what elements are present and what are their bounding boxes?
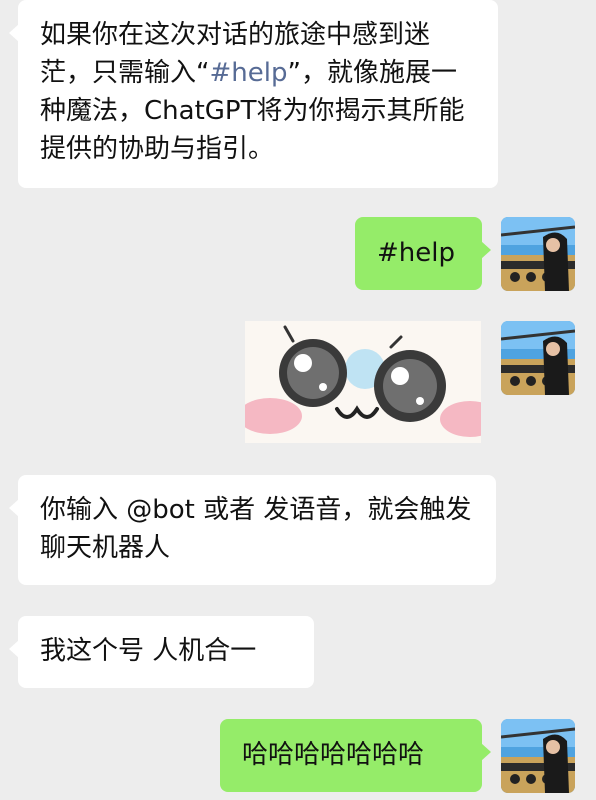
avatar[interactable] bbox=[501, 217, 575, 291]
message-bubble-bot-trigger[interactable]: 你输入 @bot 或者 发语音，就会触发聊天机器人 bbox=[9, 475, 496, 585]
user-avatar-icon bbox=[501, 217, 575, 291]
message-bubble-help[interactable]: #help bbox=[355, 217, 491, 290]
user-avatar-icon bbox=[501, 321, 575, 395]
message-text: 我这个号 人机合一 bbox=[40, 636, 257, 666]
message-text: #help bbox=[377, 238, 455, 268]
message-text: 哈哈哈哈哈哈哈 bbox=[242, 740, 425, 770]
help-command-link[interactable]: #help bbox=[209, 58, 287, 88]
message-bubble-human-machine[interactable]: 我这个号 人机合一 bbox=[9, 616, 314, 688]
cat-face-icon bbox=[245, 321, 481, 443]
message-text: 你输入 @bot 或者 发语音，就会触发聊天机器人 bbox=[40, 495, 472, 563]
message-bubble-help-intro[interactable]: 如果你在这次对话的旅途中感到迷茫，只需输入“#help”，就像施展一种魔法，Ch… bbox=[9, 0, 498, 188]
cute-cat-face-sticker[interactable] bbox=[245, 321, 481, 443]
avatar[interactable] bbox=[501, 321, 575, 395]
message-bubble-laugh[interactable]: 哈哈哈哈哈哈哈 bbox=[220, 719, 491, 792]
user-avatar-icon bbox=[501, 719, 575, 793]
avatar[interactable] bbox=[501, 719, 575, 793]
